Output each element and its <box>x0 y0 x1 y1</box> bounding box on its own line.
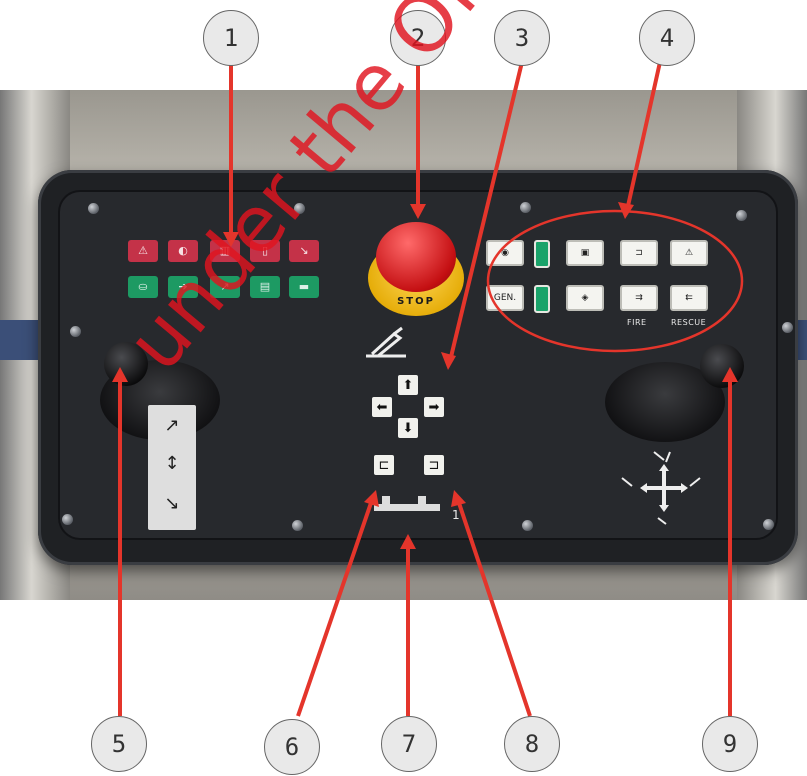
callout-8: 8 <box>504 716 560 772</box>
callout-1: 1 <box>203 10 259 66</box>
callout-4: 4 <box>639 10 695 66</box>
callout-7: 7 <box>381 716 437 772</box>
callout-6: 6 <box>264 719 320 775</box>
callout-9: 9 <box>702 716 758 772</box>
callout-5: 5 <box>91 716 147 772</box>
callout-3: 3 <box>494 10 550 66</box>
